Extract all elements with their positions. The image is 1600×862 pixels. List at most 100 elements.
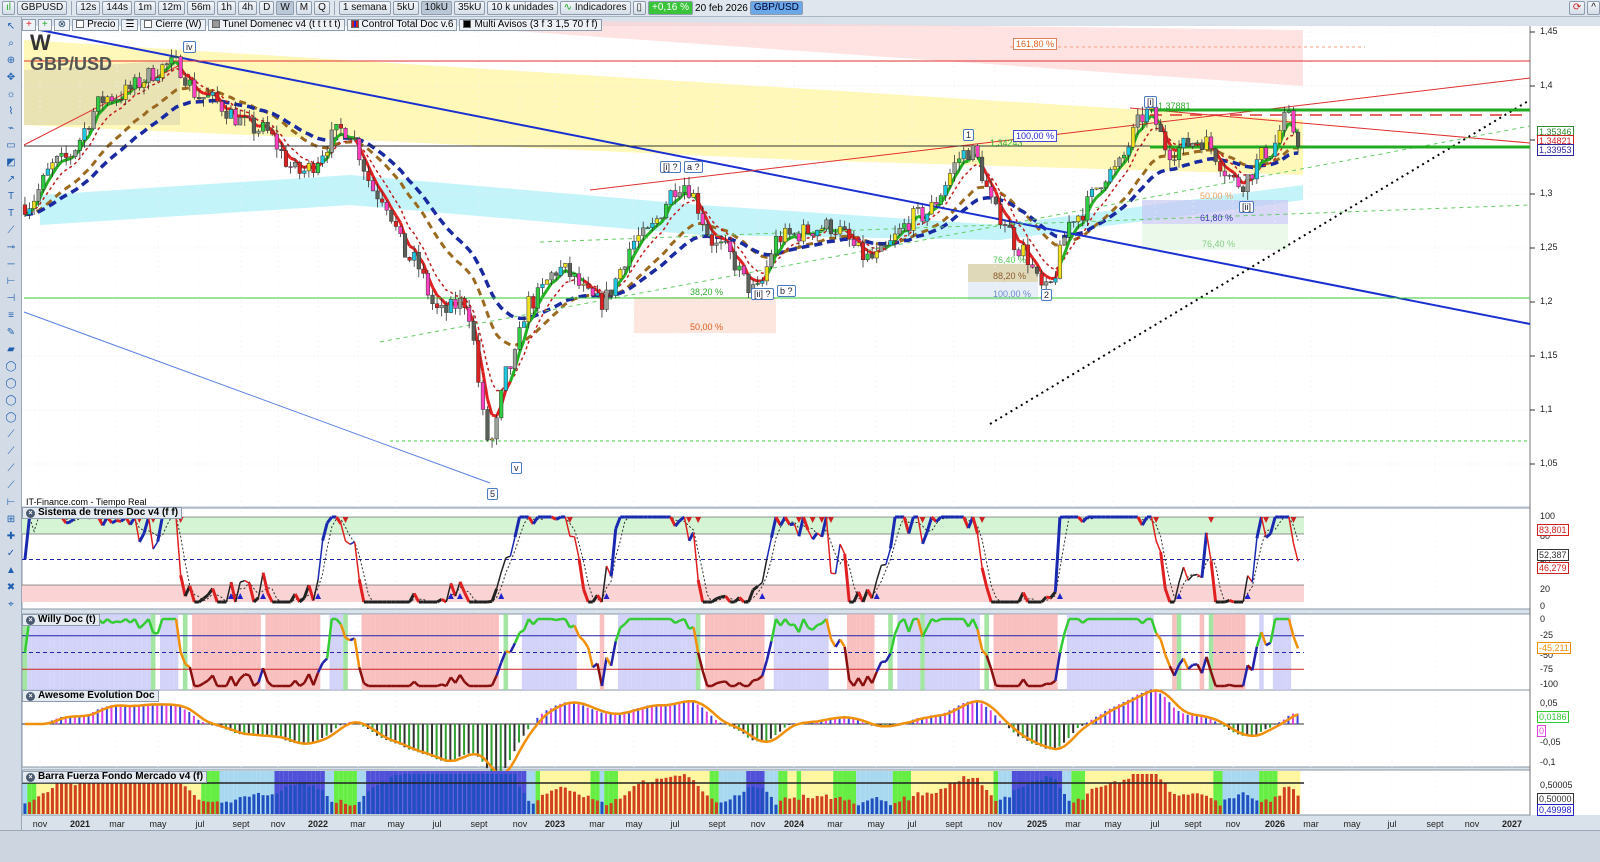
- market-strength-bar: [760, 788, 764, 814]
- drawing-tool-icon[interactable]: ◯: [4, 411, 18, 425]
- unit-5kU[interactable]: 5kU: [392, 1, 419, 15]
- drawing-tool-icon[interactable]: ⊢: [4, 496, 18, 510]
- interval-4h[interactable]: 4h: [237, 1, 258, 15]
- add-indicator-icon[interactable]: +: [22, 18, 36, 31]
- drawing-tool-icon[interactable]: ⊣: [4, 292, 18, 306]
- interval-Q[interactable]: Q: [314, 1, 330, 15]
- awesome-bar: [1085, 722, 1088, 724]
- interval-12m[interactable]: 12m: [157, 1, 186, 15]
- drawing-tool-icon[interactable]: ↗: [4, 173, 18, 187]
- candle-body: [558, 266, 563, 276]
- drawing-tool-icon[interactable]: ⟋: [4, 462, 18, 476]
- market-strength-bar: [911, 795, 915, 814]
- drawing-tool-icon[interactable]: T: [4, 190, 18, 204]
- pane-title-sistema[interactable]: × Sistema de trenes Doc v4 (f f): [22, 507, 183, 519]
- drawing-tool-icon[interactable]: ▭: [4, 139, 18, 153]
- candle-body: [824, 219, 829, 230]
- awesome-bar: [1040, 724, 1043, 747]
- chart-canvas[interactable]: [22, 17, 1600, 830]
- market-strength-bar: [64, 783, 68, 814]
- drawing-tool-icon[interactable]: ⌖: [4, 598, 18, 612]
- drawing-tool-icon[interactable]: ✖: [4, 581, 18, 595]
- legend-tunel[interactable]: Tunel Domenec v4 (t t t t t): [207, 18, 345, 31]
- interval-56m[interactable]: 56m: [187, 1, 215, 15]
- awesome-bar: [664, 704, 667, 724]
- candle-body: [783, 228, 788, 243]
- close-icon[interactable]: ⊗: [53, 18, 71, 31]
- drawing-tool-icon[interactable]: ⊞: [4, 513, 18, 527]
- market-strength-bar: [440, 774, 444, 814]
- interval-D[interactable]: D: [259, 1, 275, 15]
- drawing-tool-icon[interactable]: ⊸: [4, 241, 18, 255]
- market-strength-bar: [1076, 798, 1080, 814]
- interval-1h[interactable]: 1h: [216, 1, 236, 15]
- symbol-select[interactable]: GBPUSD: [17, 1, 68, 15]
- legend-precio[interactable]: Precio: [72, 18, 120, 31]
- drawing-tool-icon[interactable]: ⊕: [4, 54, 18, 68]
- drawing-tool-icon[interactable]: ▲: [4, 564, 18, 578]
- fib-76-4-b: 76,40 %: [1202, 239, 1236, 249]
- add-green-icon[interactable]: +: [37, 18, 52, 31]
- drawing-tool-icon[interactable]: ⟋: [4, 479, 18, 493]
- close-pane-icon[interactable]: ×: [26, 616, 35, 625]
- close-pane-icon[interactable]: ×: [26, 509, 35, 518]
- pause-button[interactable]: ▯: [632, 1, 647, 15]
- drawing-tool-icon[interactable]: ◯: [4, 394, 18, 408]
- drawing-tool-icon[interactable]: ↖: [4, 20, 18, 34]
- drawing-tool-icon[interactable]: ✚: [4, 530, 18, 544]
- drawing-tool-icon[interactable]: ─: [4, 258, 18, 272]
- drawing-tool-icon[interactable]: ⟋: [4, 428, 18, 442]
- market-strength-bar: [632, 786, 636, 814]
- drawing-tool-icon[interactable]: ◯: [4, 377, 18, 391]
- interval-M[interactable]: M: [295, 1, 313, 15]
- drawing-tool-icon[interactable]: ✓: [4, 547, 18, 561]
- drawing-tool-icon[interactable]: ✥: [4, 71, 18, 85]
- candle-body: [1227, 174, 1232, 177]
- pane-title-awesome[interactable]: × Awesome Evolution Doc: [22, 690, 159, 702]
- indicator-tick-label: 0,50005: [1540, 780, 1573, 790]
- drawing-tool-icon[interactable]: ✎: [4, 326, 18, 340]
- chart-type-icon[interactable]: ıl: [2, 1, 15, 15]
- drawing-tool-icon[interactable]: ▰: [4, 343, 18, 357]
- pane-title-willy[interactable]: × Willy Doc (t): [22, 614, 100, 626]
- drawing-tool-icon[interactable]: ⌇: [4, 105, 18, 119]
- drawing-tool-icon[interactable]: T: [4, 207, 18, 221]
- awesome-bar: [1145, 690, 1148, 724]
- drawing-tool-icon[interactable]: ⟋: [4, 445, 18, 459]
- drawing-tool-icon[interactable]: ⌕: [4, 37, 18, 51]
- indicators-button[interactable]: ∿ Indicadores: [559, 1, 631, 15]
- date-label: 20 feb 2026: [695, 2, 748, 14]
- candle-body: [627, 248, 632, 268]
- x-tick-label: nov: [1225, 819, 1241, 829]
- interval-144s[interactable]: 144s: [102, 1, 133, 15]
- market-strength-bar: [385, 782, 389, 814]
- period-select[interactable]: 1 semana: [338, 1, 391, 15]
- drawing-tool-icon[interactable]: ☼: [4, 88, 18, 102]
- drawing-tool-icon[interactable]: ⊢: [4, 275, 18, 289]
- market-strength-bar: [1291, 789, 1295, 814]
- legend-control-total[interactable]: Control Total Doc v.6: [346, 18, 458, 31]
- legend-multi-avisos[interactable]: Multi Avisos (3 f 3 1,5 70 f f): [459, 18, 602, 31]
- drawing-tool-icon[interactable]: ≡: [4, 309, 18, 323]
- refresh-icon[interactable]: ⟳: [1568, 1, 1586, 15]
- unit-10kU[interactable]: 10kU: [420, 1, 452, 15]
- interval-W[interactable]: W: [276, 1, 294, 15]
- market-strength-bar: [23, 803, 27, 814]
- unit-35kU[interactable]: 35kU: [454, 1, 486, 15]
- units-select[interactable]: 10 k unidades: [487, 1, 558, 15]
- candle-body: [334, 124, 339, 131]
- interval-12s[interactable]: 12s: [76, 1, 101, 15]
- drawing-tool-icon[interactable]: ⌁: [4, 122, 18, 136]
- interval-1m[interactable]: 1m: [134, 1, 156, 15]
- drawing-tool-icon[interactable]: ◯: [4, 360, 18, 374]
- legend-cierre[interactable]: Cierre (W): [140, 18, 206, 31]
- awesome-bar: [614, 713, 617, 724]
- list-icon[interactable]: ☰: [121, 18, 139, 31]
- drawing-tool-icon[interactable]: ⟋: [4, 224, 18, 238]
- pane-title-barra[interactable]: × Barra Fuerza Fondo Mercado v4 (f): [22, 771, 208, 783]
- collapse-icon[interactable]: ^: [1587, 1, 1600, 15]
- drawing-tool-icon[interactable]: ◩: [4, 156, 18, 170]
- close-pane-icon[interactable]: ×: [26, 692, 35, 701]
- awesome-bar: [1072, 724, 1075, 734]
- close-pane-icon[interactable]: ×: [26, 773, 35, 782]
